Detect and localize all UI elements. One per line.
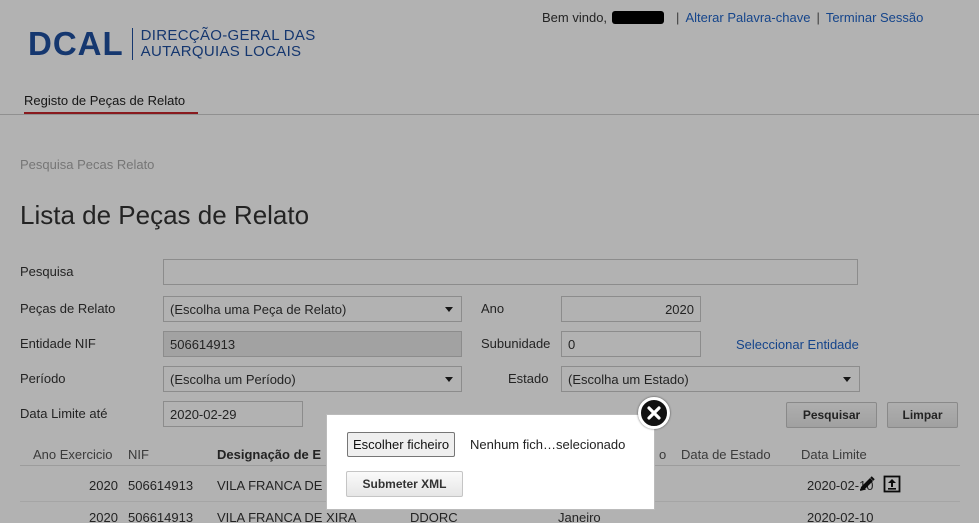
file-status: Nenhum fich…selecionado (470, 437, 626, 452)
close-icon (647, 406, 661, 420)
upload-dialog: Escolher ficheiro Nenhum fich…selecionad… (326, 414, 655, 510)
submit-xml-button[interactable]: Submeter XML (346, 471, 463, 497)
choose-file-button[interactable]: Escolher ficheiro (347, 432, 456, 457)
close-dialog-button[interactable] (638, 397, 670, 429)
